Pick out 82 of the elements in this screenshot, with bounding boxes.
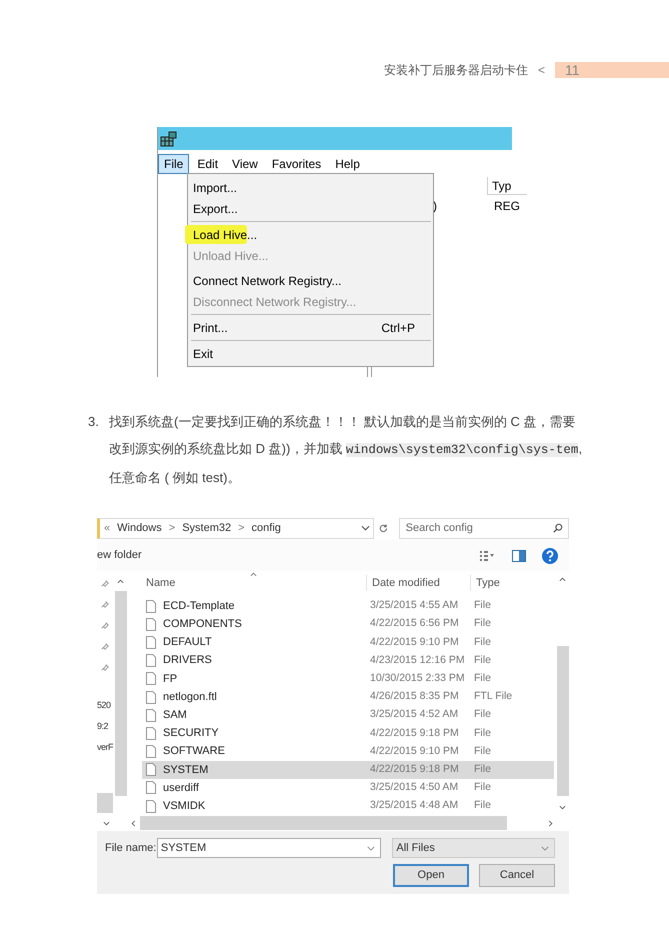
file-icon [146,672,156,686]
file-row[interactable]: DRIVERS 4/23/2015 12:16 PM File [142,652,554,670]
file-row[interactable]: netlogon.ftl 4/26/2015 8:35 PM FTL File [142,688,554,706]
breadcrumb-item[interactable]: Windows [117,520,162,536]
menu-tab[interactable]: View [226,154,264,174]
breadcrumb-separator: > [168,520,176,536]
menu-item[interactable]: Print... Ctrl+P [188,317,433,338]
separator-mark: < [538,62,545,79]
menu-tab[interactable]: Help [329,154,366,174]
scroll-down-icon[interactable] [103,820,110,826]
scroll-right-icon[interactable] [548,820,553,826]
file-type-dropdown[interactable]: All Files [392,838,555,858]
column-header[interactable]: Name [146,574,366,591]
menu-tab[interactable]: File [158,154,190,174]
running-title: 安装补丁后服务器启动卡住 [384,62,528,79]
chevron-down-icon[interactable] [367,846,376,850]
breadcrumb-item[interactable]: config [252,520,281,536]
scroll-up-icon[interactable] [117,579,124,584]
search-field[interactable]: Search config [398,518,569,538]
menu-item[interactable]: Connect Network Registry... [188,270,433,291]
pin-icon[interactable] [101,579,109,587]
file-row[interactable]: ECD-Template 3/25/2015 4:55 AM File [142,597,554,616]
refresh-icon[interactable] [378,522,389,534]
file-icon [146,600,156,613]
file-row[interactable]: COMPONENTS 4/22/2015 6:56 PM File [142,615,554,634]
file-icon [146,690,156,704]
file-icon [146,781,156,794]
file-row[interactable]: SYSTEM 4/22/2015 9:18 PM File [142,760,554,779]
pin-icon[interactable] [101,621,109,629]
column-header[interactable]: Date modified [366,574,470,591]
file-row[interactable]: FP 10/30/2015 2:33 PM File [142,670,554,688]
type-cell-text: REG [494,198,520,215]
file-row[interactable]: userdiff 3/25/2015 4:50 AM File [142,778,554,798]
nav-item[interactable]: 520 [97,699,111,712]
column-header: Typ [492,179,512,193]
scrollbar-thumb[interactable] [115,591,127,796]
file-icon [146,745,156,758]
list-number: 3. [88,413,100,431]
dialog-button[interactable]: Open [393,864,469,887]
chevron-down-icon[interactable] [360,525,370,531]
file-icon [146,636,156,649]
scrollbar-thumb[interactable] [140,816,507,830]
overflow-chevron: « [104,520,110,536]
breadcrumb-item[interactable]: System32 [182,520,232,536]
file-row[interactable]: SAM 3/25/2015 4:52 AM File [142,706,554,724]
preview-pane-icon[interactable] [512,550,526,562]
chevron-down-icon[interactable] [541,846,549,850]
nav-item[interactable]: 9:2 [97,720,108,734]
page-number: 11 [555,62,669,78]
file-row[interactable]: VSMIDK 3/25/2015 4:48 AM File [142,797,554,816]
breadcrumb-separator: > [238,520,245,536]
menu-tab[interactable]: Favorites [266,154,328,174]
file-row[interactable]: DEFAULT 4/22/2015 9:10 PM File [142,633,554,652]
file-icon [146,708,156,722]
file-row[interactable]: SECURITY 4/22/2015 9:18 PM File [142,724,554,742]
menu-item[interactable]: Export... [188,198,433,219]
help-icon[interactable] [542,548,558,564]
menu-item[interactable]: Exit [188,343,433,364]
file-icon [146,654,156,668]
new-folder-button[interactable]: ew folder [97,547,142,564]
scroll-up-icon[interactable] [559,577,566,582]
nav-item[interactable]: verF [97,741,113,754]
search-icon [552,522,563,532]
file-icon [146,800,156,813]
file-row[interactable]: SOFTWARE 4/22/2015 9:10 PM File [142,742,554,761]
scroll-left-icon[interactable] [131,820,136,826]
file-icon [146,618,156,631]
file-icon [146,726,156,740]
pin-icon[interactable] [101,600,109,608]
file-icon [146,763,156,776]
file-name-field[interactable]: SYSTEM [156,838,382,858]
menu-item[interactable]: Import... [188,177,433,198]
scrollbar-thumb[interactable] [557,646,569,796]
field-label: File name: [105,840,157,856]
column-header[interactable]: Type [470,574,550,591]
menu-tab[interactable]: Edit [191,154,224,174]
scroll-down-icon[interactable] [559,805,566,810]
dialog-button[interactable]: Cancel [479,864,555,887]
pin-icon[interactable] [101,642,109,650]
step-text: 找到系统盘(一定要找到正确的系统盘！！！ 默认加载的是当前实例的 C 盘，需要改到源实例的系统盘比如 D 盘))，并加载 windows\system32\config\sys-tem, 任意命名 ( 例如 test)。 [109,413,584,487]
pin-icon[interactable] [101,663,109,671]
registry-icon [160,130,178,146]
